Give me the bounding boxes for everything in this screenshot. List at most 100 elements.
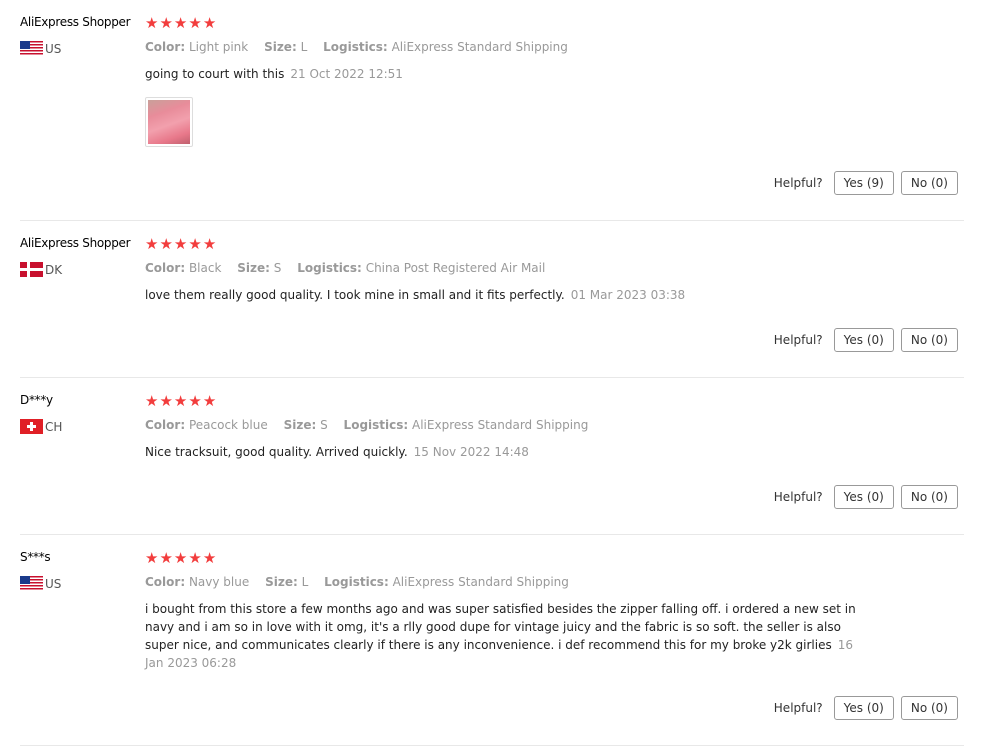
color-value: Black — [188, 261, 222, 275]
size-value: S — [273, 261, 282, 275]
logistics-value: AliExpress Standard Shipping — [392, 575, 569, 589]
review-item: AliExpress Shopper US ★★★★★ Color: Light… — [20, 8, 964, 221]
review-content: going to court with this — [145, 67, 285, 81]
size-value: S — [320, 418, 328, 432]
helpful-yes-button[interactable]: Yes (0) — [833, 696, 894, 720]
helpful-yes-button[interactable]: Yes (0) — [833, 485, 894, 509]
ch-flag-icon — [20, 419, 43, 434]
review-content: Nice tracksuit, good quality. Arrived qu… — [145, 445, 408, 459]
size-value: L — [300, 40, 308, 54]
size-value: L — [301, 575, 309, 589]
helpful-votes: Helpful? Yes (0) No (0) — [774, 696, 958, 720]
helpful-votes: Helpful? Yes (0) No (0) — [774, 328, 958, 352]
star-icon: ★ — [188, 235, 203, 253]
product-attributes: Color: Light pink Size: L Logistics: Ali… — [145, 40, 580, 54]
product-attributes: Color: Navy blue Size: L Logistics: AliE… — [145, 575, 581, 589]
color-label: Color: — [145, 418, 186, 432]
country-code: CH — [45, 420, 63, 434]
helpful-label: Helpful? — [773, 701, 823, 715]
country-code: US — [45, 42, 62, 56]
reviewer-name: S***s — [20, 550, 51, 564]
review-text: love them really good quality. I took mi… — [145, 286, 857, 304]
product-attributes: Color: Peacock blue Size: S Logistics: A… — [145, 418, 600, 432]
us-flag-icon — [20, 41, 43, 56]
review-item: D***y CH ★★★★★ Color: Peacock blue Size:… — [20, 386, 964, 535]
review-photo — [148, 100, 190, 144]
star-icon: ★ — [159, 392, 174, 410]
star-icon: ★ — [188, 549, 203, 567]
star-rating: ★★★★★ — [145, 549, 217, 567]
star-icon: ★ — [173, 14, 189, 32]
star-icon: ★ — [202, 14, 218, 32]
us-flag-icon — [20, 576, 43, 591]
star-icon: ★ — [202, 392, 218, 410]
helpful-no-button[interactable]: No (0) — [900, 171, 958, 195]
review-date: 15 Nov 2022 14:48 — [413, 445, 529, 459]
logistics-value: China Post Registered Air Mail — [365, 261, 546, 275]
review-text: i bought from this store a few months ag… — [145, 600, 857, 672]
size-label: Size: — [265, 575, 298, 589]
reviewer-name: AliExpress Shopper — [20, 15, 131, 29]
logistics-value: AliExpress Standard Shipping — [412, 418, 589, 432]
star-icon: ★ — [173, 235, 189, 253]
star-icon: ★ — [159, 549, 174, 567]
color-label: Color: — [145, 261, 186, 275]
review-photo-thumbnail[interactable] — [145, 97, 193, 147]
size-label: Size: — [264, 40, 297, 54]
star-icon: ★ — [202, 549, 218, 567]
helpful-no-button[interactable]: No (0) — [900, 485, 958, 509]
helpful-votes: Helpful? Yes (0) No (0) — [774, 485, 958, 509]
reviewer-country: US — [20, 576, 61, 591]
star-icon: ★ — [202, 235, 218, 253]
review-content: i bought from this store a few months ag… — [145, 602, 856, 652]
review-item: AliExpress Shopper DK ★★★★★ Color: Black… — [20, 229, 964, 378]
reviewer-country: US — [20, 41, 61, 56]
star-icon: ★ — [145, 14, 160, 32]
star-icon: ★ — [159, 235, 174, 253]
product-attributes: Color: Black Size: S Logistics: China Po… — [145, 261, 557, 275]
star-icon: ★ — [173, 392, 189, 410]
review-item: S***s US ★★★★★ Color: Navy blue Size: L — [20, 543, 964, 746]
color-label: Color: — [145, 40, 186, 54]
logistics-value: AliExpress Standard Shipping — [391, 40, 568, 54]
logistics-label: Logistics: — [324, 575, 389, 589]
country-code: US — [45, 577, 62, 591]
star-icon: ★ — [173, 549, 189, 567]
reviewer-country: CH — [20, 419, 62, 434]
country-code: DK — [45, 263, 63, 277]
color-value: Peacock blue — [188, 418, 268, 432]
color-value: Navy blue — [188, 575, 250, 589]
logistics-label: Logistics: — [343, 418, 409, 432]
review-date: 21 Oct 2022 12:51 — [290, 67, 403, 81]
dk-flag-icon — [20, 262, 43, 277]
reviewer-name: AliExpress Shopper — [20, 236, 131, 250]
helpful-label: Helpful? — [773, 490, 823, 504]
review-text: Nice tracksuit, good quality. Arrived qu… — [145, 443, 857, 461]
review-content: love them really good quality. I took mi… — [145, 288, 565, 302]
review-date: 01 Mar 2023 03:38 — [570, 288, 686, 302]
reviewer-name: D***y — [20, 393, 53, 407]
helpful-yes-button[interactable]: Yes (9) — [833, 171, 894, 195]
size-label: Size: — [237, 261, 270, 275]
star-icon: ★ — [188, 14, 203, 32]
color-label: Color: — [145, 575, 186, 589]
star-icon: ★ — [145, 235, 160, 253]
size-label: Size: — [283, 418, 317, 432]
helpful-yes-button[interactable]: Yes (0) — [833, 328, 894, 352]
star-icon: ★ — [188, 392, 203, 410]
star-rating: ★★★★★ — [145, 392, 217, 410]
star-icon: ★ — [145, 549, 160, 567]
helpful-no-button[interactable]: No (0) — [900, 328, 958, 352]
helpful-no-button[interactable]: No (0) — [900, 696, 958, 720]
logistics-label: Logistics: — [297, 261, 362, 275]
helpful-label: Helpful? — [773, 333, 823, 347]
color-value: Light pink — [188, 40, 249, 54]
star-rating: ★★★★★ — [145, 14, 217, 32]
review-text: going to court with this 21 Oct 2022 12:5… — [145, 65, 857, 83]
logistics-label: Logistics: — [323, 40, 388, 54]
star-rating: ★★★★★ — [145, 235, 217, 253]
star-icon: ★ — [159, 14, 174, 32]
helpful-votes: Helpful? Yes (9) No (0) — [774, 171, 958, 195]
helpful-label: Helpful? — [773, 176, 823, 190]
reviewer-country: DK — [20, 262, 62, 277]
